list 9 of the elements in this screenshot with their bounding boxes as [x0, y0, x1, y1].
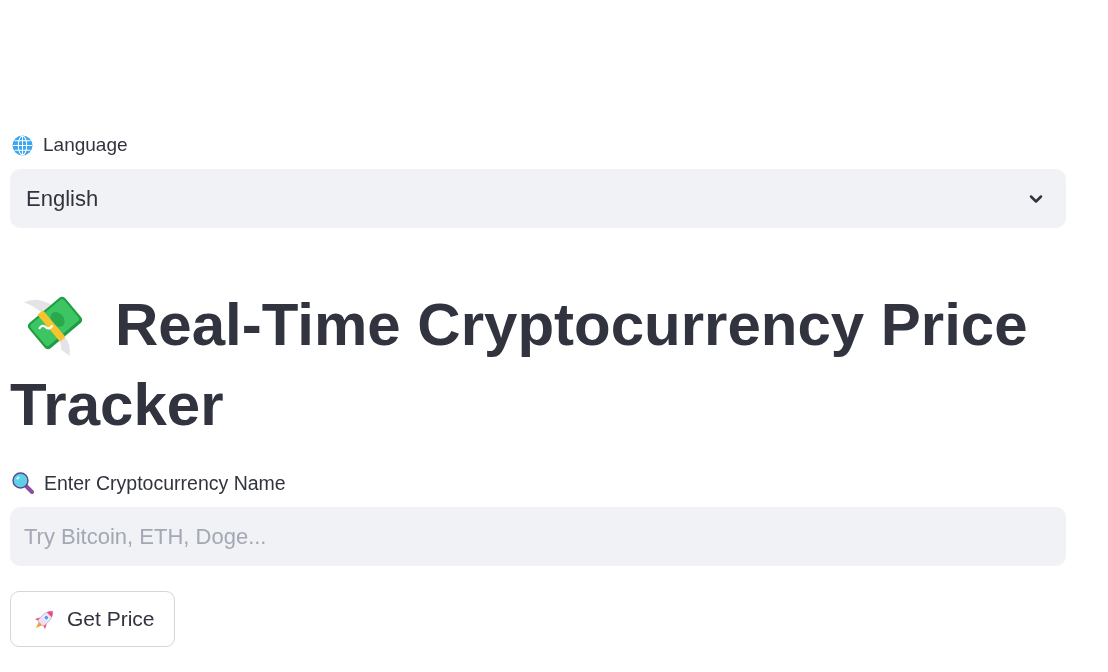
language-select[interactable]: English — [10, 169, 1066, 228]
magnifier-icon — [12, 472, 34, 494]
globe-icon — [12, 134, 33, 156]
get-price-button[interactable]: Get Price — [10, 591, 175, 647]
field-label: Enter Cryptocurrency Name — [44, 471, 286, 495]
search-field[interactable]: Try Bitcoin, ETH, Doge... — [10, 507, 1066, 566]
page-title: Real-Time Cryptocurrency Price — [115, 290, 1028, 360]
page-title: Tracker — [10, 370, 224, 440]
field-label: Language — [43, 133, 128, 157]
